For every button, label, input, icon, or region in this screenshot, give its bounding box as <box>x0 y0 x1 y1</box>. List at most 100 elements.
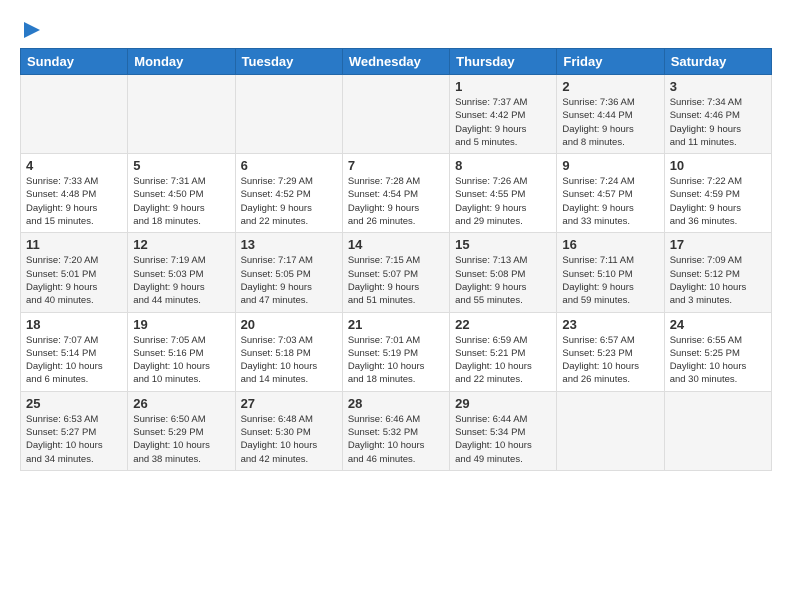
day-info: Sunrise: 6:50 AMSunset: 5:29 PMDaylight:… <box>133 413 229 466</box>
day-number: 15 <box>455 237 551 252</box>
day-info: Sunrise: 7:03 AMSunset: 5:18 PMDaylight:… <box>241 334 337 387</box>
day-number: 1 <box>455 79 551 94</box>
day-info: Sunrise: 7:28 AMSunset: 4:54 PMDaylight:… <box>348 175 444 228</box>
week-row-5: 25Sunrise: 6:53 AMSunset: 5:27 PMDayligh… <box>21 391 772 470</box>
day-cell: 25Sunrise: 6:53 AMSunset: 5:27 PMDayligh… <box>21 391 128 470</box>
day-info: Sunrise: 7:37 AMSunset: 4:42 PMDaylight:… <box>455 96 551 149</box>
day-number: 27 <box>241 396 337 411</box>
day-number: 13 <box>241 237 337 252</box>
day-cell: 16 Sunrise: 7:11 AMSunset: 5:10 PMDayligh… <box>557 233 664 312</box>
col-header-monday: Monday <box>128 49 235 75</box>
day-number: 9 <box>562 158 658 173</box>
day-info: Sunrise: 6:59 AMSunset: 5:21 PMDaylight:… <box>455 334 551 387</box>
day-cell: 19 Sunrise: 7:05 AMSunset: 5:16 PMDayligh… <box>128 312 235 391</box>
day-info: Sunrise: 7:13 AMSunset: 5:08 PMDaylight:… <box>455 254 551 307</box>
day-info: Sunrise: 7:29 AMSunset: 4:52 PMDaylight:… <box>241 175 337 228</box>
day-info: Sunrise: 7:20 AMSunset: 5:01 PMDaylight:… <box>26 254 122 307</box>
day-cell: 28 Sunrise: 6:46 AMSunset: 5:32 PMDayligh… <box>342 391 449 470</box>
day-info: Sunrise: 7:05 AMSunset: 5:16 PMDaylight:… <box>133 334 229 387</box>
day-cell: 21 Sunrise: 7:01 AMSunset: 5:19 PMDayligh… <box>342 312 449 391</box>
week-row-3: 11Sunrise: 7:20 AMSunset: 5:01 PMDayligh… <box>21 233 772 312</box>
day-cell: 9 Sunrise: 7:24 AMSunset: 4:57 PMDaylight… <box>557 154 664 233</box>
col-header-tuesday: Tuesday <box>235 49 342 75</box>
day-info: Sunrise: 7:07 AMSunset: 5:14 PMDaylight:… <box>26 334 122 387</box>
day-number: 25 <box>26 396 122 411</box>
day-number: 20 <box>241 317 337 332</box>
col-header-sunday: Sunday <box>21 49 128 75</box>
logo-flag-icon <box>22 20 42 40</box>
calendar-table: SundayMondayTuesdayWednesdayThursdayFrid… <box>20 48 772 471</box>
logo <box>20 20 42 40</box>
header-row: SundayMondayTuesdayWednesdayThursdayFrid… <box>21 49 772 75</box>
day-info: Sunrise: 7:01 AMSunset: 5:19 PMDaylight:… <box>348 334 444 387</box>
day-cell <box>21 75 128 154</box>
day-info: Sunrise: 6:48 AMSunset: 5:30 PMDaylight:… <box>241 413 337 466</box>
day-cell: 27 Sunrise: 6:48 AMSunset: 5:30 PMDayligh… <box>235 391 342 470</box>
day-cell: 29 Sunrise: 6:44 AMSunset: 5:34 PMDayligh… <box>450 391 557 470</box>
day-info: Sunrise: 7:31 AMSunset: 4:50 PMDaylight:… <box>133 175 229 228</box>
col-header-wednesday: Wednesday <box>342 49 449 75</box>
day-cell <box>664 391 771 470</box>
day-info: Sunrise: 7:24 AMSunset: 4:57 PMDaylight:… <box>562 175 658 228</box>
day-info: Sunrise: 7:36 AMSunset: 4:44 PMDaylight:… <box>562 96 658 149</box>
day-number: 3 <box>670 79 766 94</box>
day-number: 21 <box>348 317 444 332</box>
day-info: Sunrise: 6:44 AMSunset: 5:34 PMDaylight:… <box>455 413 551 466</box>
day-info: Sunrise: 7:11 AMSunset: 5:10 PMDaylight:… <box>562 254 658 307</box>
day-number: 14 <box>348 237 444 252</box>
day-info: Sunrise: 6:46 AMSunset: 5:32 PMDaylight:… <box>348 413 444 466</box>
day-number: 16 <box>562 237 658 252</box>
day-cell: 3 Sunrise: 7:34 AMSunset: 4:46 PMDaylight… <box>664 75 771 154</box>
day-number: 23 <box>562 317 658 332</box>
day-cell: 20 Sunrise: 7:03 AMSunset: 5:18 PMDayligh… <box>235 312 342 391</box>
day-info: Sunrise: 7:19 AMSunset: 5:03 PMDaylight:… <box>133 254 229 307</box>
day-info: Sunrise: 7:33 AMSunset: 4:48 PMDaylight:… <box>26 175 122 228</box>
day-cell: 13 Sunrise: 7:17 AMSunset: 5:05 PMDayligh… <box>235 233 342 312</box>
day-number: 18 <box>26 317 122 332</box>
day-number: 19 <box>133 317 229 332</box>
day-cell: 14 Sunrise: 7:15 AMSunset: 5:07 PMDayligh… <box>342 233 449 312</box>
day-number: 29 <box>455 396 551 411</box>
day-cell <box>342 75 449 154</box>
day-info: Sunrise: 7:34 AMSunset: 4:46 PMDaylight:… <box>670 96 766 149</box>
day-number: 22 <box>455 317 551 332</box>
page: SundayMondayTuesdayWednesdayThursdayFrid… <box>0 0 792 481</box>
day-cell: 24Sunrise: 6:55 AMSunset: 5:25 PMDayligh… <box>664 312 771 391</box>
col-header-friday: Friday <box>557 49 664 75</box>
day-number: 26 <box>133 396 229 411</box>
day-cell: 4 Sunrise: 7:33 AMSunset: 4:48 PMDaylight… <box>21 154 128 233</box>
day-info: Sunrise: 6:55 AMSunset: 5:25 PMDaylight:… <box>670 334 766 387</box>
day-cell: 22 Sunrise: 6:59 AMSunset: 5:21 PMDayligh… <box>450 312 557 391</box>
day-number: 2 <box>562 79 658 94</box>
day-number: 5 <box>133 158 229 173</box>
day-cell: 5 Sunrise: 7:31 AMSunset: 4:50 PMDaylight… <box>128 154 235 233</box>
day-cell <box>235 75 342 154</box>
day-cell: 7 Sunrise: 7:28 AMSunset: 4:54 PMDaylight… <box>342 154 449 233</box>
day-info: Sunrise: 7:09 AMSunset: 5:12 PMDaylight:… <box>670 254 766 307</box>
day-number: 7 <box>348 158 444 173</box>
day-cell: 1 Sunrise: 7:37 AMSunset: 4:42 PMDaylight… <box>450 75 557 154</box>
day-cell: 12Sunrise: 7:19 AMSunset: 5:03 PMDayligh… <box>128 233 235 312</box>
day-cell: 8 Sunrise: 7:26 AMSunset: 4:55 PMDaylight… <box>450 154 557 233</box>
week-row-2: 4 Sunrise: 7:33 AMSunset: 4:48 PMDaylight… <box>21 154 772 233</box>
header <box>20 16 772 40</box>
day-number: 6 <box>241 158 337 173</box>
day-info: Sunrise: 7:22 AMSunset: 4:59 PMDaylight:… <box>670 175 766 228</box>
day-number: 28 <box>348 396 444 411</box>
day-cell: 18 Sunrise: 7:07 AMSunset: 5:14 PMDayligh… <box>21 312 128 391</box>
day-cell: 17 Sunrise: 7:09 AMSunset: 5:12 PMDayligh… <box>664 233 771 312</box>
day-info: Sunrise: 7:26 AMSunset: 4:55 PMDaylight:… <box>455 175 551 228</box>
day-number: 8 <box>455 158 551 173</box>
day-cell: 23 Sunrise: 6:57 AMSunset: 5:23 PMDayligh… <box>557 312 664 391</box>
day-number: 4 <box>26 158 122 173</box>
day-cell: 11Sunrise: 7:20 AMSunset: 5:01 PMDayligh… <box>21 233 128 312</box>
day-cell <box>557 391 664 470</box>
week-row-1: 1 Sunrise: 7:37 AMSunset: 4:42 PMDaylight… <box>21 75 772 154</box>
day-number: 17 <box>670 237 766 252</box>
day-cell: 26 Sunrise: 6:50 AMSunset: 5:29 PMDayligh… <box>128 391 235 470</box>
day-info: Sunrise: 6:57 AMSunset: 5:23 PMDaylight:… <box>562 334 658 387</box>
day-info: Sunrise: 7:15 AMSunset: 5:07 PMDaylight:… <box>348 254 444 307</box>
day-cell: 15 Sunrise: 7:13 AMSunset: 5:08 PMDayligh… <box>450 233 557 312</box>
day-cell: 2 Sunrise: 7:36 AMSunset: 4:44 PMDaylight… <box>557 75 664 154</box>
day-info: Sunrise: 7:17 AMSunset: 5:05 PMDaylight:… <box>241 254 337 307</box>
